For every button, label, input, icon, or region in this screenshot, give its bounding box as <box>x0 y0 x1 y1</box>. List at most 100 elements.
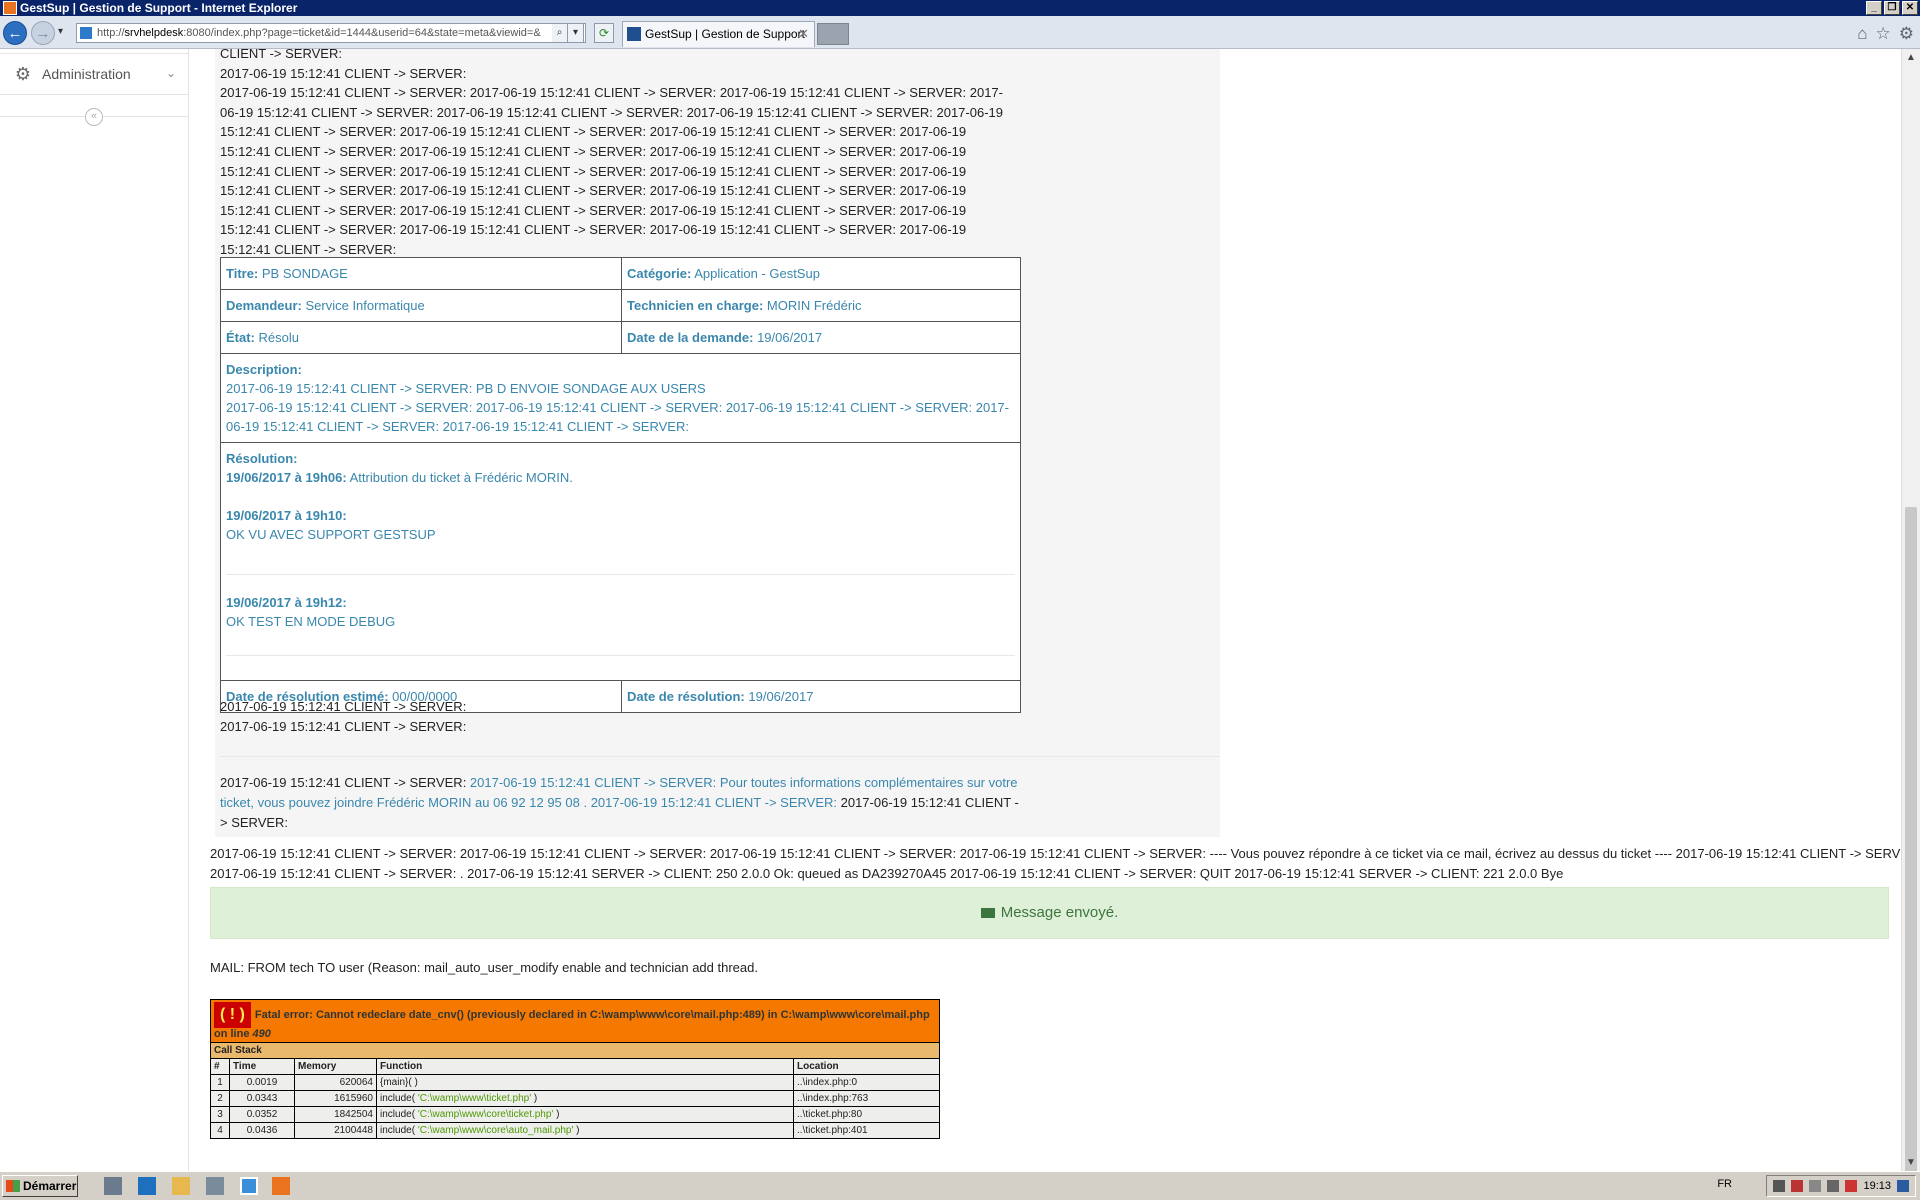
tools-gear-icon[interactable]: ⚙ <box>1899 24 1914 44</box>
restore-button[interactable]: ❐ <box>1884 1 1900 15</box>
close-tab-icon[interactable]: ✕ <box>798 22 809 46</box>
sidebar-item-administration[interactable]: ⚙ Administration ⌄ <box>0 54 188 95</box>
sidebar-item-label: Administration <box>42 66 131 82</box>
ticket-category-cell: Catégorie: Application - GestSup <box>621 257 1021 290</box>
ticket-title-cell: Titre: PB SONDAGE <box>220 257 622 290</box>
collapse-sidebar-icon[interactable]: « <box>85 108 103 126</box>
log-line: 06-19 15:12:41 CLIENT -> SERVER: 2017-06… <box>220 104 1003 120</box>
volume-muted-icon[interactable] <box>1845 1180 1858 1192</box>
powershell-icon[interactable] <box>138 1177 156 1195</box>
xdebug-error-table: ( ! ) Fatal error: Cannot redeclare date_… <box>210 999 940 1139</box>
smtp-log-footer: 2017-06-19 15:12:41 CLIENT -> SERVER: 20… <box>220 775 1019 830</box>
show-desktop-icon[interactable] <box>1897 1180 1909 1192</box>
system-tray: 19:13 <box>1766 1175 1916 1197</box>
divider <box>220 756 1220 757</box>
column-header: Memory <box>294 1058 377 1075</box>
log-line: 15:12:41 CLIENT -> SERVER: 2017-06-19 15… <box>220 222 967 238</box>
windows-flag-icon <box>6 1180 20 1192</box>
tab-gestsup[interactable]: GestSup | Gestion de Support ✕ <box>622 21 815 47</box>
scroll-up-icon[interactable]: ▲ <box>1902 49 1920 66</box>
envelope-icon <box>980 908 995 918</box>
network-icon[interactable] <box>206 1177 224 1195</box>
ticket-request-date-cell: Date de la demande: 19/06/2017 <box>621 321 1021 354</box>
url-prefix: http:// <box>97 27 125 39</box>
tray-chevron-icon[interactable] <box>1773 1180 1786 1192</box>
page-icon <box>80 27 92 39</box>
table-row: 2 0.0343 1615960 include( 'C:\wamp\www\t… <box>210 1090 940 1107</box>
smtp-log-full: 2017-06-19 15:12:41 CLIENT -> SERVER: 20… <box>210 844 1901 884</box>
log-line: 2017-06-19 15:12:41 CLIENT -> SERVER: <box>220 719 467 734</box>
internet-explorer-icon[interactable] <box>240 1177 258 1195</box>
ticket-requester-cell: Demandeur: Service Informatique <box>220 289 622 322</box>
sidebar: ⚙ Administration ⌄ « <box>0 49 189 1171</box>
column-header: Location <box>793 1058 940 1075</box>
gear-icon: ⚙ <box>14 63 32 84</box>
start-button[interactable]: Démarrer <box>2 1175 78 1197</box>
ticket-resolution-cell: Résolution: 19/06/2017 à 19h06: Attribut… <box>220 442 1021 681</box>
page-scrollbar[interactable]: ▲ ▼ <box>1901 49 1920 1187</box>
ticket-technician-cell: Technicien en charge: MORIN Frédéric <box>621 289 1021 322</box>
taskbar: Démarrer FR 19:13 <box>0 1171 1920 1200</box>
minimize-button[interactable]: _ <box>1866 1 1882 15</box>
address-bar[interactable]: http://srvhelpdesk:8080/index.php?page=t… <box>76 23 586 43</box>
log-line: 15:12:41 CLIENT -> SERVER: 2017-06-19 15… <box>220 202 967 218</box>
scroll-down-icon[interactable]: ▼ <box>1902 1154 1920 1171</box>
fatal-error-header: ( ! ) Fatal error: Cannot redeclare date_… <box>210 999 940 1043</box>
security-icon[interactable] <box>1791 1180 1804 1192</box>
table-row: 3 0.0352 1842504 include( 'C:\wamp\www\c… <box>210 1106 940 1123</box>
alert-text: Message envoyé. <box>1000 904 1119 921</box>
warning-icon: ( ! ) <box>214 1002 251 1028</box>
log-line: 15:12:41 CLIENT -> SERVER: 2017-06-19 15… <box>220 124 967 140</box>
home-icon[interactable]: ⌂ <box>1857 24 1867 44</box>
log-line: 2017-06-19 15:12:41 CLIENT -> SERVER: 20… <box>210 846 1901 861</box>
flag-icon[interactable] <box>1809 1180 1822 1192</box>
call-stack-header: Call Stack <box>210 1042 940 1059</box>
address-dropdown-icon[interactable]: ▾ <box>568 23 584 43</box>
message-sent-alert: Message envoyé. <box>210 887 1889 939</box>
gestsup-app-icon <box>3 1 17 15</box>
new-tab-button[interactable] <box>817 23 849 45</box>
table-row: 4 0.0436 2100448 include( 'C:\wamp\www\c… <box>210 1122 940 1139</box>
log-line: CLIENT -> SERVER: <box>220 49 342 61</box>
ticket-state-cell: État: Résolu <box>220 321 622 354</box>
log-line: 2017-06-19 15:12:41 CLIENT -> SERVER: . … <box>210 866 1564 881</box>
main-content: CLIENT -> SERVER: 2017-06-19 15:12:41 CL… <box>189 49 1901 1171</box>
browser-toolbar: ← → ▾ http://srvhelpdesk:8080/index.php?… <box>0 16 1920 49</box>
language-indicator[interactable]: FR <box>1717 1178 1732 1190</box>
network-tray-icon[interactable] <box>1827 1180 1840 1192</box>
window-title: GestSup | Gestion de Support - Internet … <box>20 1 298 15</box>
url-host: srvhelpdesk <box>124 27 184 39</box>
forward-button[interactable]: → <box>31 21 55 45</box>
refresh-icon[interactable]: ⟳ <box>594 23 614 43</box>
clock[interactable]: 19:13 <box>1863 1180 1891 1192</box>
smtp-log-mid: 2017-06-19 15:12:41 CLIENT -> SERVER: 20… <box>220 697 1220 737</box>
back-button[interactable]: ← <box>3 21 27 45</box>
wamp-icon[interactable] <box>272 1177 290 1195</box>
chevron-down-icon: ⌄ <box>165 66 176 80</box>
close-window-button[interactable]: ✕ <box>1902 1 1918 15</box>
favorites-star-icon[interactable]: ☆ <box>1876 24 1891 44</box>
column-header: Time <box>229 1058 295 1075</box>
log-line: 15:12:41 CLIENT -> SERVER: 2017-06-19 15… <box>220 163 967 179</box>
search-icon[interactable]: ⌕ <box>552 23 568 43</box>
tab-title: GestSup | Gestion de Support <box>645 27 805 41</box>
scroll-thumb[interactable] <box>1905 507 1917 1187</box>
tab-favicon-icon <box>627 27 641 41</box>
server-manager-icon[interactable] <box>104 1177 122 1195</box>
log-line: 15:12:41 CLIENT -> SERVER: 2017-06-19 15… <box>220 183 967 199</box>
log-line: 15:12:41 CLIENT -> SERVER: 2017-06-19 15… <box>220 143 967 159</box>
window-title-bar: GestSup | Gestion de Support - Internet … <box>0 0 1920 16</box>
explorer-folder-icon[interactable] <box>172 1177 190 1195</box>
recent-pages-dropdown-icon[interactable]: ▾ <box>58 26 63 37</box>
log-line: 2017-06-19 15:12:41 CLIENT -> SERVER: <box>220 699 467 714</box>
ticket-table: Titre: PB SONDAGE Catégorie: Application… <box>220 257 1021 713</box>
url-rest: :8080/index.php?page=ticket&id=1444&user… <box>183 27 541 39</box>
column-header: Function <box>376 1058 794 1075</box>
smtp-log-top: CLIENT -> SERVER: 2017-06-19 15:12:41 CL… <box>220 49 1220 260</box>
column-header: # <box>210 1058 230 1075</box>
mail-debug-line: MAIL: FROM tech TO user (Reason: mail_au… <box>210 960 758 975</box>
log-line: 2017-06-19 15:12:41 CLIENT -> SERVER: <box>220 65 467 81</box>
table-row: 1 0.0019 620064 {main}( ) ..\index.php:0 <box>210 1074 940 1091</box>
ticket-description-cell: Description: 2017-06-19 15:12:41 CLIENT … <box>220 353 1021 443</box>
log-line: 2017-06-19 15:12:41 CLIENT -> SERVER: 20… <box>220 85 1003 101</box>
